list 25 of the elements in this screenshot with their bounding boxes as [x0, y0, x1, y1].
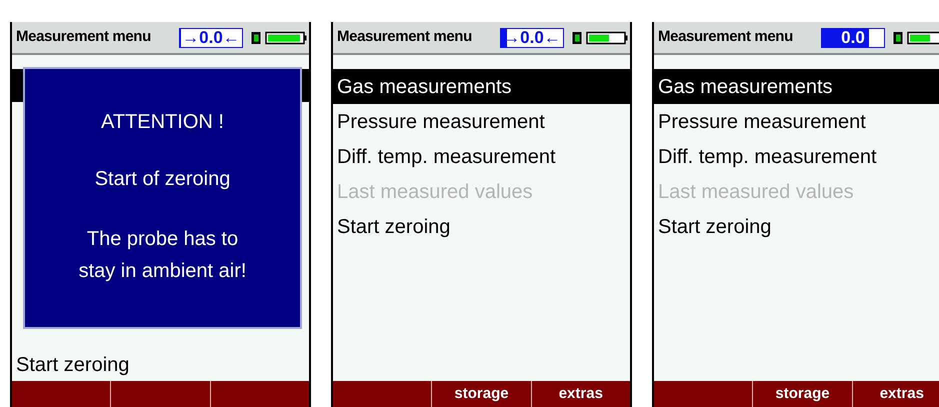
zero-reading: →0.0← — [182, 29, 240, 46]
battery-icon — [572, 30, 628, 44]
menu-item[interactable]: Start zeroing — [12, 348, 309, 381]
menu-item[interactable]: Gas measurements — [654, 69, 939, 104]
menu-item[interactable]: Pressure measurement — [654, 104, 939, 139]
screen-title: Measurement menu — [658, 27, 794, 48]
dialog-message: The probe has to stay in ambient air! — [78, 226, 248, 284]
softkey[interactable]: storage — [432, 381, 531, 407]
menu-item[interactable]: Gas measurements — [333, 69, 630, 104]
softkey[interactable]: storage — [753, 381, 852, 407]
softkey[interactable]: extras — [852, 381, 939, 407]
screen-title: Measurement menu — [16, 27, 152, 48]
screen-title: Measurement menu — [337, 27, 473, 48]
menu-item[interactable]: Diff. temp. measurement — [333, 139, 630, 174]
menu-item[interactable]: Diff. temp. measurement — [654, 139, 939, 174]
dialog-title: ATTENTION ! — [101, 110, 224, 134]
menu-item[interactable]: Start zeroing — [654, 209, 939, 244]
zero-reading: →0.0← — [503, 29, 561, 46]
menu-item[interactable]: Pressure measurement — [333, 104, 630, 139]
battery-icon — [893, 30, 939, 44]
softkey[interactable]: extras — [532, 381, 630, 407]
zero-reading: 0.0 — [841, 29, 865, 46]
menu-item[interactable]: Start zeroing — [333, 209, 630, 244]
battery-icon — [251, 30, 307, 44]
dialog-message: Start of zeroing — [94, 166, 232, 192]
